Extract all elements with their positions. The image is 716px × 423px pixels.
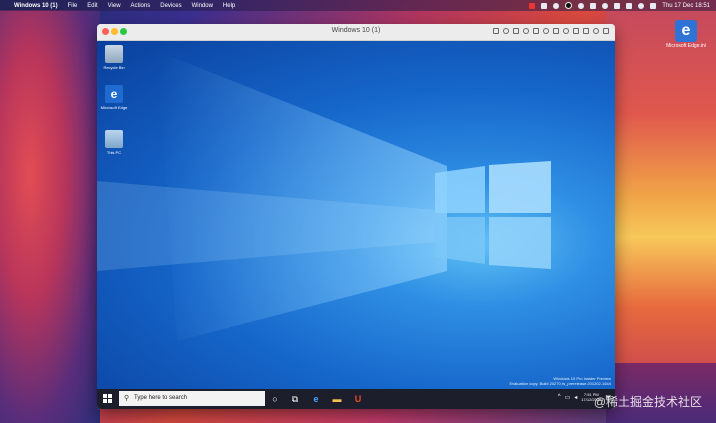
- usb-icon[interactable]: [553, 28, 559, 34]
- desktop-icon-label: This PC: [106, 150, 122, 155]
- menu-edit[interactable]: Edit: [87, 3, 97, 9]
- input-source-icon[interactable]: [626, 2, 633, 9]
- mac-edge-shortcut[interactable]: e Microsoft Edge.ini: [664, 20, 708, 49]
- cortana-icon[interactable]: ○: [269, 393, 281, 405]
- computer-icon: [105, 130, 123, 148]
- mail-status-icon[interactable]: [529, 2, 536, 9]
- windows-desktop[interactable]: Recycle Bin e Microsoft Edge This PC Win…: [97, 41, 615, 389]
- windows-logo: [435, 161, 551, 269]
- screen-icon[interactable]: [541, 2, 548, 9]
- menu-bar-clock[interactable]: Thu 17 Dec 18:51: [662, 3, 710, 9]
- windows-evaluation-watermark: Windows 10 Pro Insider Preview Evaluatio…: [509, 376, 611, 386]
- mac-wallpaper-left: [0, 10, 100, 423]
- mac-wallpaper-right: [606, 10, 716, 423]
- menu-app-name[interactable]: Windows 10 (1): [14, 3, 58, 9]
- file-explorer-icon[interactable]: ▬: [331, 393, 343, 405]
- menu-actions[interactable]: Actions: [131, 3, 151, 9]
- dark-app-icon[interactable]: [565, 2, 573, 9]
- task-view-icon[interactable]: ⧉: [289, 393, 301, 405]
- bluetooth-icon[interactable]: [590, 2, 597, 9]
- edge-icon: e: [675, 20, 697, 42]
- desktop-icon-edge[interactable]: e Microsoft Edge: [99, 85, 129, 110]
- cd-icon[interactable]: [543, 28, 549, 34]
- mac-edge-shortcut-label: Microsoft Edge.ini: [666, 43, 706, 49]
- menu-devices[interactable]: Devices: [160, 3, 181, 9]
- mac-menu-bar: Windows 10 (1) File Edit View Actions De…: [0, 0, 716, 11]
- vm-window: Windows 10 (1) Recycle Bin e Microsoft E…: [97, 24, 615, 409]
- menu-window[interactable]: Window: [192, 3, 213, 9]
- desktop-icon-recycle-bin[interactable]: Recycle Bin: [99, 45, 129, 70]
- volume-icon[interactable]: ◂: [574, 394, 577, 401]
- menu-view[interactable]: View: [108, 3, 121, 9]
- office-icon[interactable]: U: [352, 393, 364, 405]
- camera-icon[interactable]: [573, 28, 579, 34]
- edge-icon: e: [105, 85, 123, 103]
- record-icon[interactable]: [503, 28, 509, 34]
- vm-toolbar: [493, 28, 609, 34]
- wifi-icon[interactable]: [602, 2, 609, 9]
- menu-file[interactable]: File: [68, 3, 78, 9]
- network-icon[interactable]: ▭: [565, 394, 571, 401]
- parallels-icon[interactable]: [553, 2, 560, 9]
- search-placeholder: Type here to search: [134, 395, 188, 401]
- vm-titlebar[interactable]: Windows 10 (1): [97, 24, 615, 41]
- sound-icon[interactable]: [593, 28, 599, 34]
- network-icon[interactable]: [523, 28, 529, 34]
- chrome-icon[interactable]: [578, 2, 585, 9]
- search-icon: ⚲: [124, 395, 130, 402]
- microphone-icon[interactable]: [563, 28, 569, 34]
- menu-bar-tray: Thu 17 Dec 18:51: [529, 0, 710, 11]
- recycle-bin-icon: [105, 45, 123, 63]
- desktop-icon-label: Microsoft Edge: [100, 105, 128, 110]
- lock-icon[interactable]: [513, 28, 519, 34]
- taskbar-search-box[interactable]: ⚲ Type here to search: [119, 391, 265, 406]
- site-watermark: @稀土掘金技术社区: [593, 395, 702, 409]
- chevron-up-icon[interactable]: ^: [558, 394, 561, 400]
- fullscreen-icon[interactable]: [603, 28, 609, 34]
- windows-taskbar: ⚲ Type here to search ○ ⧉ e ▬ U ^ ▭ ◂ 7:…: [97, 389, 615, 409]
- menu-help[interactable]: Help: [223, 3, 235, 9]
- control-center-icon[interactable]: [650, 2, 657, 9]
- desktop-icon-this-pc[interactable]: This PC: [99, 130, 129, 155]
- keyboard-icon[interactable]: [493, 28, 499, 34]
- battery-icon[interactable]: [614, 2, 621, 9]
- edge-taskbar-icon[interactable]: e: [310, 393, 322, 405]
- printer-icon[interactable]: [533, 28, 539, 34]
- spotlight-icon[interactable]: [638, 2, 645, 9]
- start-button[interactable]: [103, 394, 113, 404]
- watermark-build: Evaluation copy. Build 20270.rs_prerelea…: [509, 381, 611, 386]
- folder-icon[interactable]: [583, 28, 589, 34]
- desktop-icon-label: Recycle Bin: [103, 65, 125, 70]
